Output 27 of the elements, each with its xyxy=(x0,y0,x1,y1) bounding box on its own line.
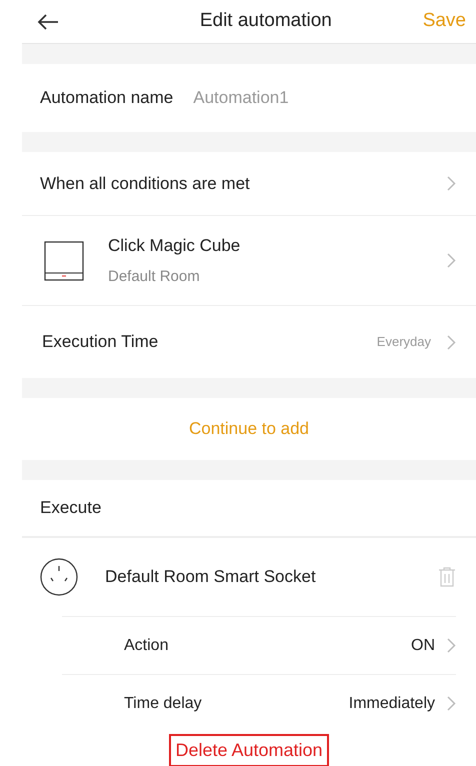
action-setting-row[interactable]: Time delay Immediately xyxy=(62,674,456,732)
chevron-right-icon xyxy=(447,176,456,191)
field-label: Automation name xyxy=(40,87,174,110)
setting-value: ON xyxy=(411,636,435,656)
action-setting-row[interactable]: Action ON xyxy=(62,616,456,674)
chevron-right-icon xyxy=(447,638,456,653)
setting-label: Execution Time xyxy=(42,331,160,354)
condition-device-row[interactable]: Click Magic Cube Default Room xyxy=(22,216,476,306)
delete-automation-button[interactable]: Delete Automation xyxy=(169,734,329,766)
chevron-right-icon xyxy=(447,696,456,711)
back-arrow-icon[interactable] xyxy=(37,14,59,30)
setting-label: Action xyxy=(124,636,170,656)
setting-value: Everyday xyxy=(376,333,431,352)
setting-value: Immediately xyxy=(348,694,435,714)
chevron-right-icon xyxy=(447,334,456,350)
device-name: Click Magic Cube xyxy=(108,234,242,256)
condition-setting-row[interactable]: Execution Time Everyday xyxy=(22,306,476,378)
socket-icon xyxy=(40,558,78,596)
device-name: Default Room Smart Socket xyxy=(105,566,317,588)
setting-label: Time delay xyxy=(124,694,203,714)
room-name: Default Room xyxy=(108,267,201,287)
execute-heading: Execute xyxy=(40,497,102,520)
page-title: Edit automation xyxy=(200,9,332,34)
cube-device-icon xyxy=(44,240,84,280)
chevron-right-icon xyxy=(447,253,456,268)
conditions-row[interactable]: When all conditions are met xyxy=(22,152,476,216)
conditions-heading: When all conditions are met xyxy=(40,172,250,195)
